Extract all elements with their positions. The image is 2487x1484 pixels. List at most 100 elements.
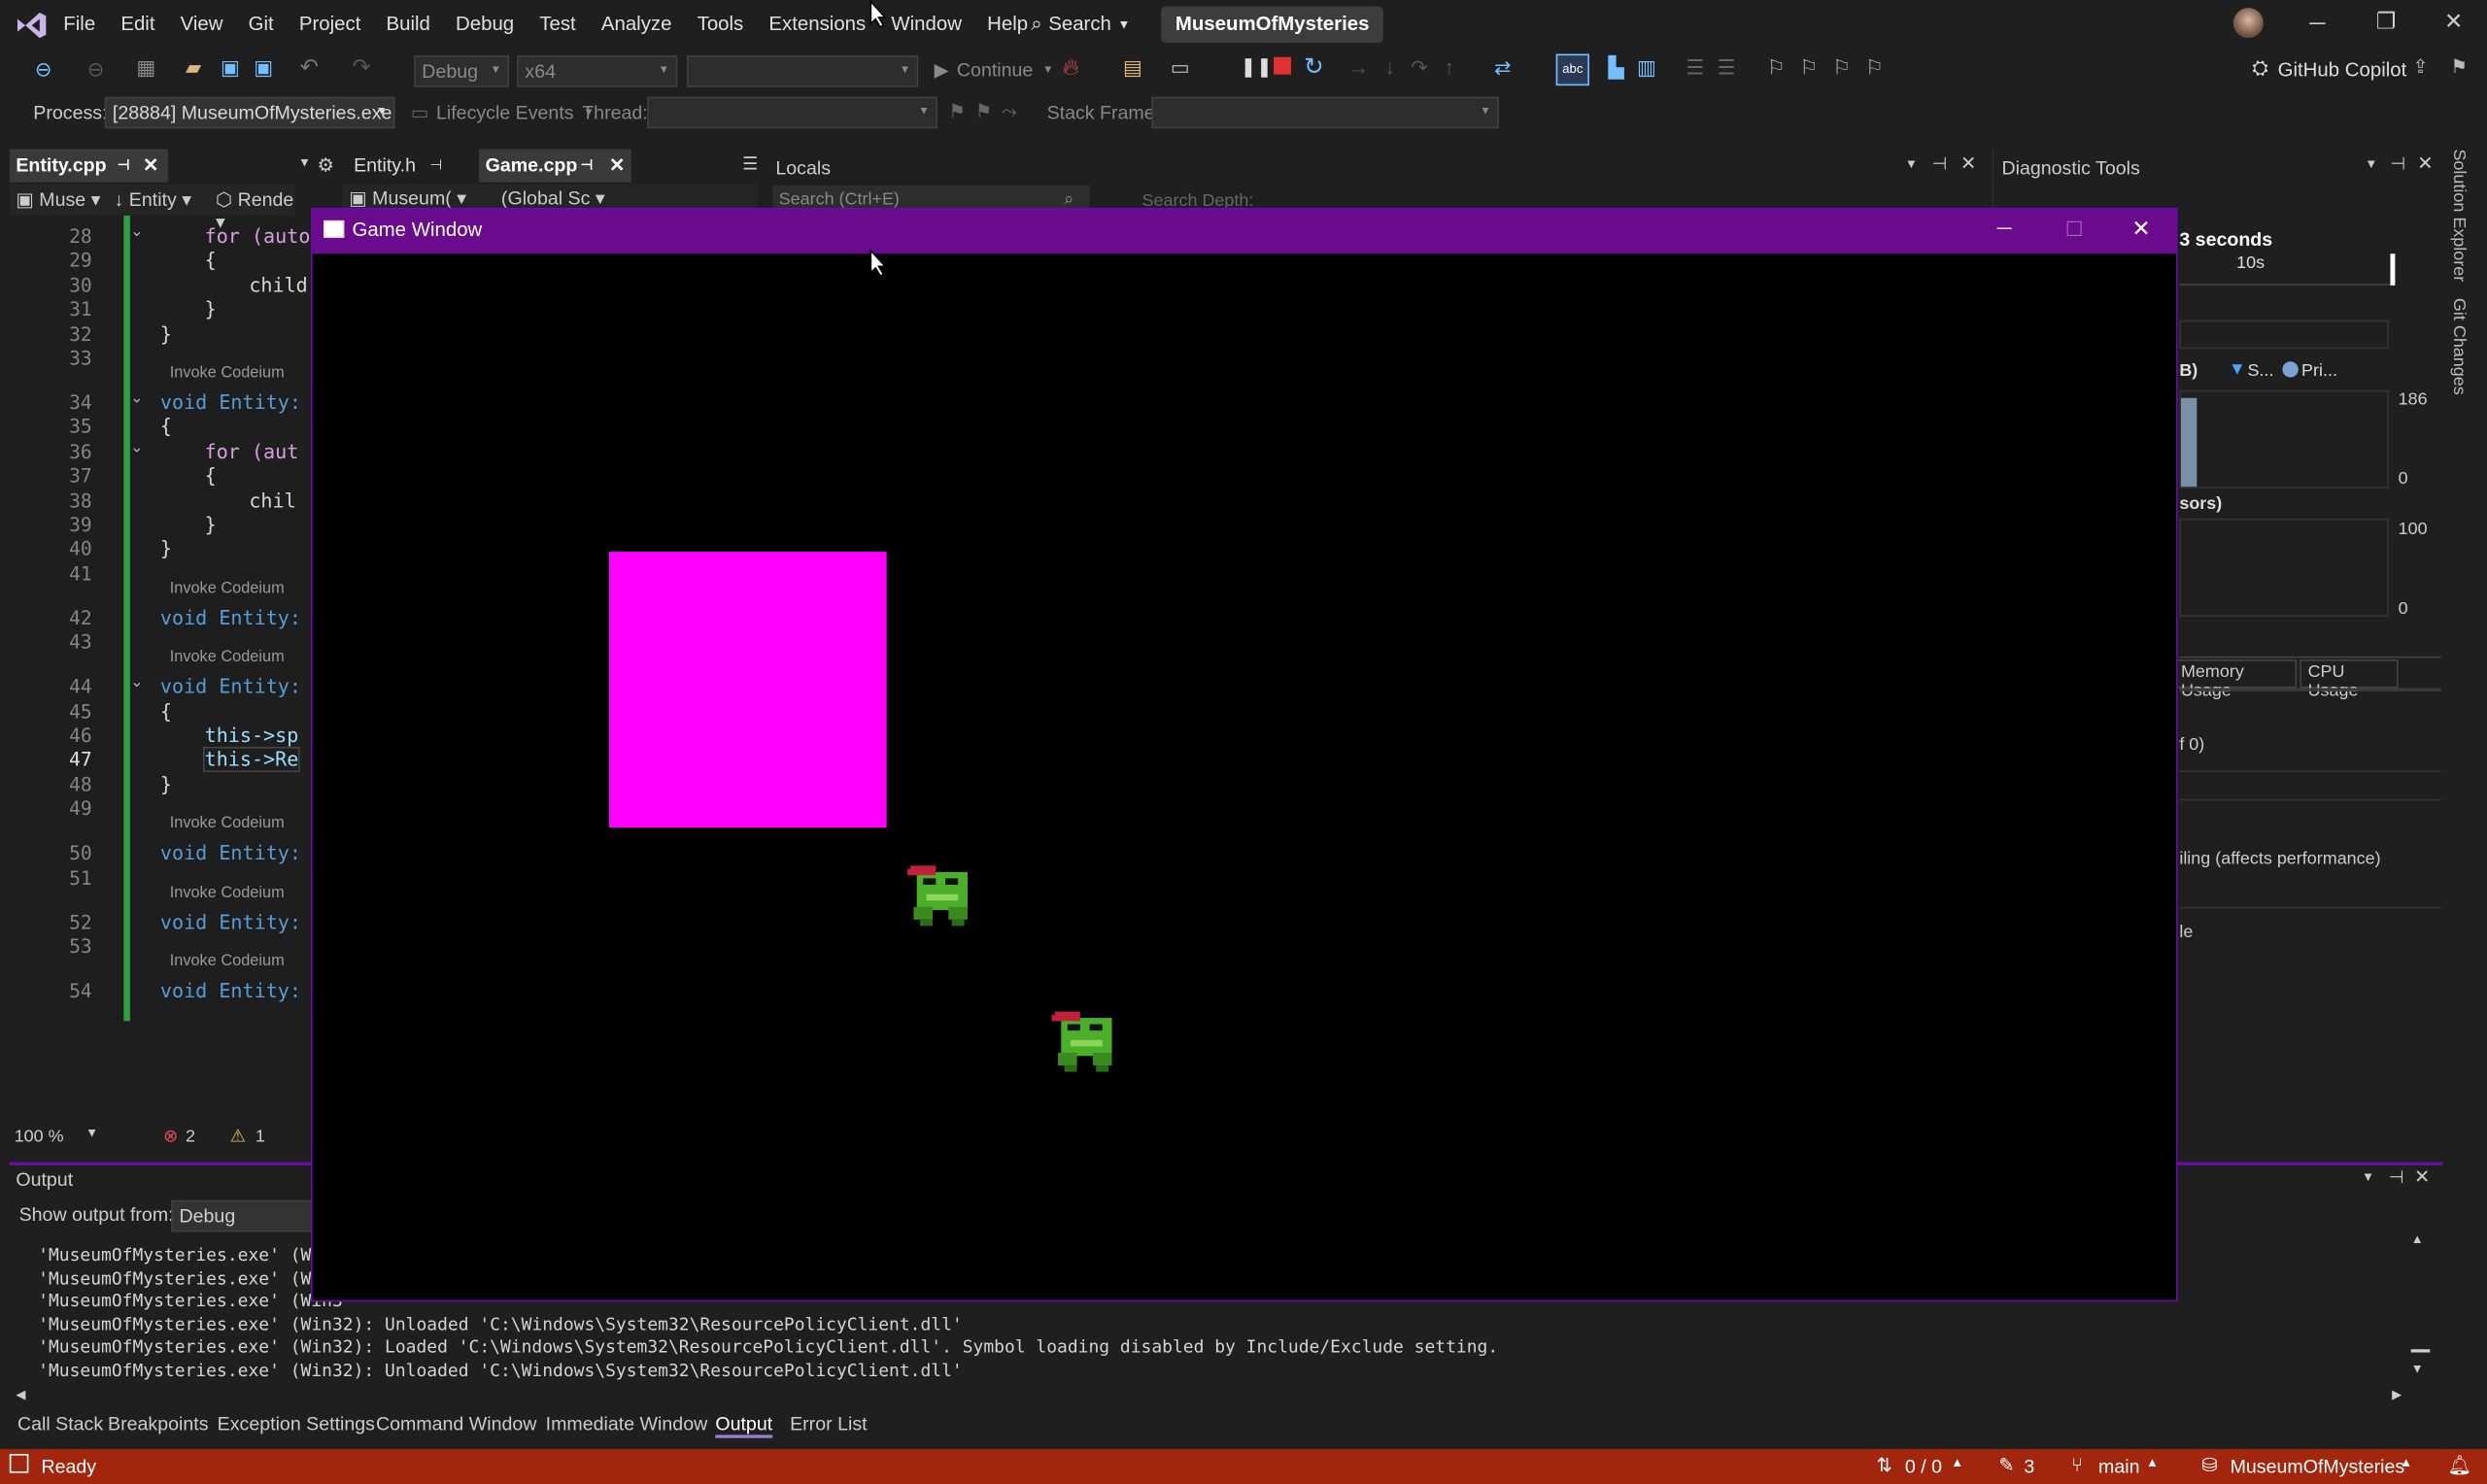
codelens-invoke-codeium[interactable]: Invoke Codeium	[170, 815, 285, 832]
undo-icon[interactable]: ↶	[300, 54, 319, 82]
save-all-icon[interactable]: ▣	[254, 55, 273, 81]
close-icon[interactable]: ✕	[2131, 216, 2150, 243]
close-icon[interactable]: ✕	[2444, 8, 2463, 35]
code-line[interactable]: }	[160, 773, 172, 795]
lifecycle-events-dropdown[interactable]: Lifecycle Events ▼	[436, 101, 595, 123]
git-changes-tab[interactable]: Git Changes	[2449, 298, 2469, 395]
search-box[interactable]: ⌕ Search ▼	[1031, 8, 1130, 40]
code-line[interactable]: {	[205, 465, 217, 488]
menu-debug[interactable]: Debug	[443, 13, 527, 35]
fold-chevron-icon[interactable]: ⌄	[130, 223, 144, 241]
code-line[interactable]: for (aut	[205, 441, 299, 463]
code-line[interactable]: this->Re	[202, 747, 300, 773]
tab-exception-settings[interactable]: Exception Settings	[218, 1413, 375, 1435]
stack-frame-dropdown[interactable]: ▼	[1151, 96, 1499, 129]
redo-icon[interactable]: ↷	[352, 54, 370, 82]
continue-button[interactable]: ▶ Continue ▼	[935, 58, 1054, 81]
close-icon[interactable]: ✕	[2414, 1165, 2430, 1188]
profiling-checkbox-label[interactable]: iling (affects performance)	[2179, 850, 2380, 869]
code-line[interactable]: }	[205, 514, 217, 536]
hot-path-icon[interactable]: ⇄	[1494, 55, 1512, 81]
pin-icon[interactable]: ⊣	[1932, 153, 1948, 175]
tab-breakpoints[interactable]: Breakpoints	[108, 1413, 208, 1435]
solution-explorer-tab[interactable]: Solution Explorer	[2449, 149, 2469, 282]
hot-reload-icon[interactable]: 🔥︎	[1063, 54, 1079, 82]
settings-icon[interactable]: ⚙	[318, 153, 335, 176]
feedback-icon[interactable]: ⚑	[2451, 55, 2469, 78]
menu-project[interactable]: Project	[287, 13, 374, 35]
warning-count[interactable]: 1	[256, 1128, 265, 1147]
code-line[interactable]: }	[160, 322, 172, 345]
spell-check-icon[interactable]: abc	[1555, 53, 1589, 86]
code-line[interactable]: this->sp	[205, 725, 299, 747]
code-line[interactable]: for (auto	[205, 225, 311, 248]
menu-extensions[interactable]: Extensions	[756, 13, 878, 35]
notification-bell-icon[interactable]: 🔔︎	[2447, 1454, 2471, 1476]
tab-cpu-usage[interactable]: CPU Usage	[2300, 659, 2399, 701]
maximize-icon[interactable]: ☐	[2065, 218, 2084, 243]
fold-chevron-icon[interactable]: ⌄	[130, 390, 144, 408]
pause-icon[interactable]: ❚❚	[1241, 55, 1273, 78]
code-line[interactable]: }	[205, 298, 217, 320]
bookmark-icons[interactable]: ⚐⚐⚐⚐	[1767, 55, 1898, 81]
tab-entity-h[interactable]: Entity.h ⊣	[348, 149, 466, 182]
code-line[interactable]: {	[205, 250, 217, 272]
tab-immediate-window[interactable]: Immediate Window	[546, 1413, 708, 1435]
save-icon[interactable]: ▣	[221, 55, 240, 81]
codelens-invoke-codeium[interactable]: Invoke Codeium	[170, 580, 285, 597]
github-copilot-button[interactable]: ⛭ GitHub Copilot	[2252, 57, 2406, 81]
menu-tools[interactable]: Tools	[685, 13, 757, 35]
menu-edit[interactable]: Edit	[108, 13, 167, 35]
fold-chevron-icon[interactable]: ⌄	[130, 674, 144, 691]
code-line[interactable]: chil	[249, 489, 295, 512]
menu-window[interactable]: Window	[878, 13, 974, 35]
tab-command-window[interactable]: Command Window	[376, 1413, 537, 1435]
overflow-icon[interactable]: ☰	[742, 153, 758, 175]
pin-icon[interactable]: ⊣	[2389, 1167, 2404, 1188]
step-icons[interactable]: →↓↷↑	[1348, 55, 1471, 81]
code-line[interactable]: void Entity:	[160, 842, 301, 864]
open-folder-icon[interactable]: ▰	[186, 55, 201, 81]
code-line[interactable]: void Entity:	[160, 391, 301, 414]
stop-icon[interactable]	[1274, 56, 1292, 75]
code-line[interactable]: void Entity:	[160, 911, 301, 933]
profile-label[interactable]: le	[2179, 923, 2193, 942]
thread-flag-icons[interactable]: ⚑⚑⤳	[948, 100, 1026, 123]
menu-test[interactable]: Test	[527, 13, 589, 35]
tab-output[interactable]: Output	[715, 1413, 773, 1438]
output-hscrollbar[interactable]: ◀ ▶	[10, 1387, 2404, 1406]
window-layout-icon[interactable]: ▭	[1171, 55, 1190, 81]
code-line[interactable]: void Entity:	[160, 607, 301, 629]
thread-dropdown[interactable]: ▼	[647, 96, 937, 129]
close-icon[interactable]: ✕	[2417, 152, 2433, 175]
code-line[interactable]: void Entity:	[160, 676, 301, 698]
close-icon[interactable]: ✕	[609, 149, 625, 181]
codelens-invoke-codeium[interactable]: Invoke Codeium	[170, 649, 285, 666]
code-line[interactable]: child	[249, 274, 307, 296]
tab-entity-cpp[interactable]: Entity.cpp ⊣ ✕	[9, 149, 169, 183]
share-icon[interactable]: ⇪	[2412, 55, 2428, 78]
close-icon[interactable]: ✕	[143, 149, 158, 181]
comment-icons[interactable]: ☰☰	[1686, 55, 1749, 81]
tab-memory-usage[interactable]: Memory Usage	[2176, 659, 2298, 701]
format-icons[interactable]: ▙▥	[1609, 55, 1670, 81]
timeline-cursor[interactable]	[2390, 253, 2396, 286]
codelens-invoke-codeium[interactable]: Invoke Codeium	[170, 884, 285, 901]
new-item-icon[interactable]: ▦	[136, 55, 155, 81]
error-count[interactable]: 2	[186, 1128, 195, 1147]
code-line[interactable]: {	[160, 416, 172, 438]
output-scrollbar[interactable]: ▲ ▼	[2407, 1231, 2431, 1377]
close-icon[interactable]: ✕	[1960, 152, 1976, 175]
menu-git[interactable]: Git	[236, 13, 287, 35]
menu-view[interactable]: View	[168, 13, 236, 35]
codelens-invoke-codeium[interactable]: Invoke Codeium	[170, 953, 285, 970]
zoom-level[interactable]: 100 %	[15, 1128, 64, 1147]
tab-error-list[interactable]: Error List	[790, 1413, 867, 1435]
output-source-dropdown[interactable]: Debug	[171, 1199, 315, 1232]
pin-icon[interactable]: ⊣	[2390, 153, 2405, 175]
restore-icon[interactable]: ❐	[2376, 8, 2397, 35]
process-dropdown[interactable]: [28884] MuseumOfMysteries.exe ▼	[104, 96, 395, 129]
minimize-icon[interactable]: ─	[2309, 10, 2325, 35]
fold-chevron-icon[interactable]: ⌄	[130, 439, 144, 456]
menu-analyze[interactable]: Analyze	[589, 13, 685, 35]
